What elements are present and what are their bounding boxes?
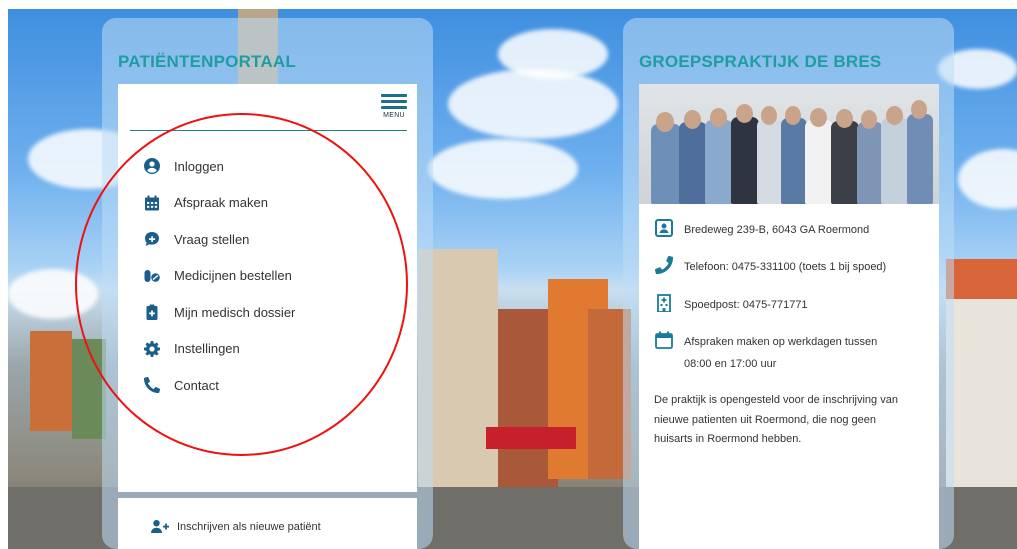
enroll-link[interactable]: Inschrijven als nieuwe patiënt [151, 520, 321, 533]
appointments-row: Afspraken maken op werkdagen tussen 08:0… [655, 331, 877, 375]
emergency-row: Spoedpost: 0475-771771 [655, 294, 808, 316]
address-row: Bredeweg 239-B, 6043 GA Roermond [655, 219, 869, 241]
appointments-line: Afspraken maken op werkdagen tussen [684, 336, 878, 348]
practice-info-card: Bredeweg 239-B, 6043 GA Roermond Telefoo… [639, 204, 939, 549]
appointments-text: Afspraken maken op werkdagen tussen 08:0… [684, 331, 877, 375]
emergency-text[interactable]: Spoedpost: 0475-771771 [684, 294, 808, 316]
address-text: Bredeweg 239-B, 6043 GA Roermond [684, 224, 870, 236]
team-photo [639, 84, 939, 204]
annotation-circle [75, 113, 408, 456]
hospital-icon [657, 294, 671, 312]
menu-toggle-button[interactable]: MENU [381, 94, 407, 119]
hamburger-icon [381, 94, 407, 97]
panel-title: GROEPSPRAKTIJK DE BRES [639, 52, 882, 71]
hamburger-icon [381, 100, 407, 103]
enroll-label: Inschrijven als nieuwe patiënt [177, 520, 321, 533]
panel-title: PATIËNTENPORTAAL [118, 52, 296, 71]
hamburger-icon [381, 106, 407, 109]
user-plus-icon [151, 520, 169, 533]
phone-row: Telefoon: 0475-331100 (toets 1 bij spoed… [655, 256, 886, 278]
calendar-icon [655, 331, 673, 349]
appointments-line: 08:00 en 17:00 uur [684, 358, 777, 370]
phone-icon [655, 256, 673, 274]
address-card-icon [655, 219, 673, 237]
practice-description: De praktijk is opengesteld voor de insch… [654, 394, 898, 445]
enroll-card: Inschrijven als nieuwe patiënt [118, 498, 417, 549]
menu-label: MENU [383, 112, 405, 119]
phone-text[interactable]: Telefoon: 0475-331100 (toets 1 bij spoed… [684, 256, 886, 278]
